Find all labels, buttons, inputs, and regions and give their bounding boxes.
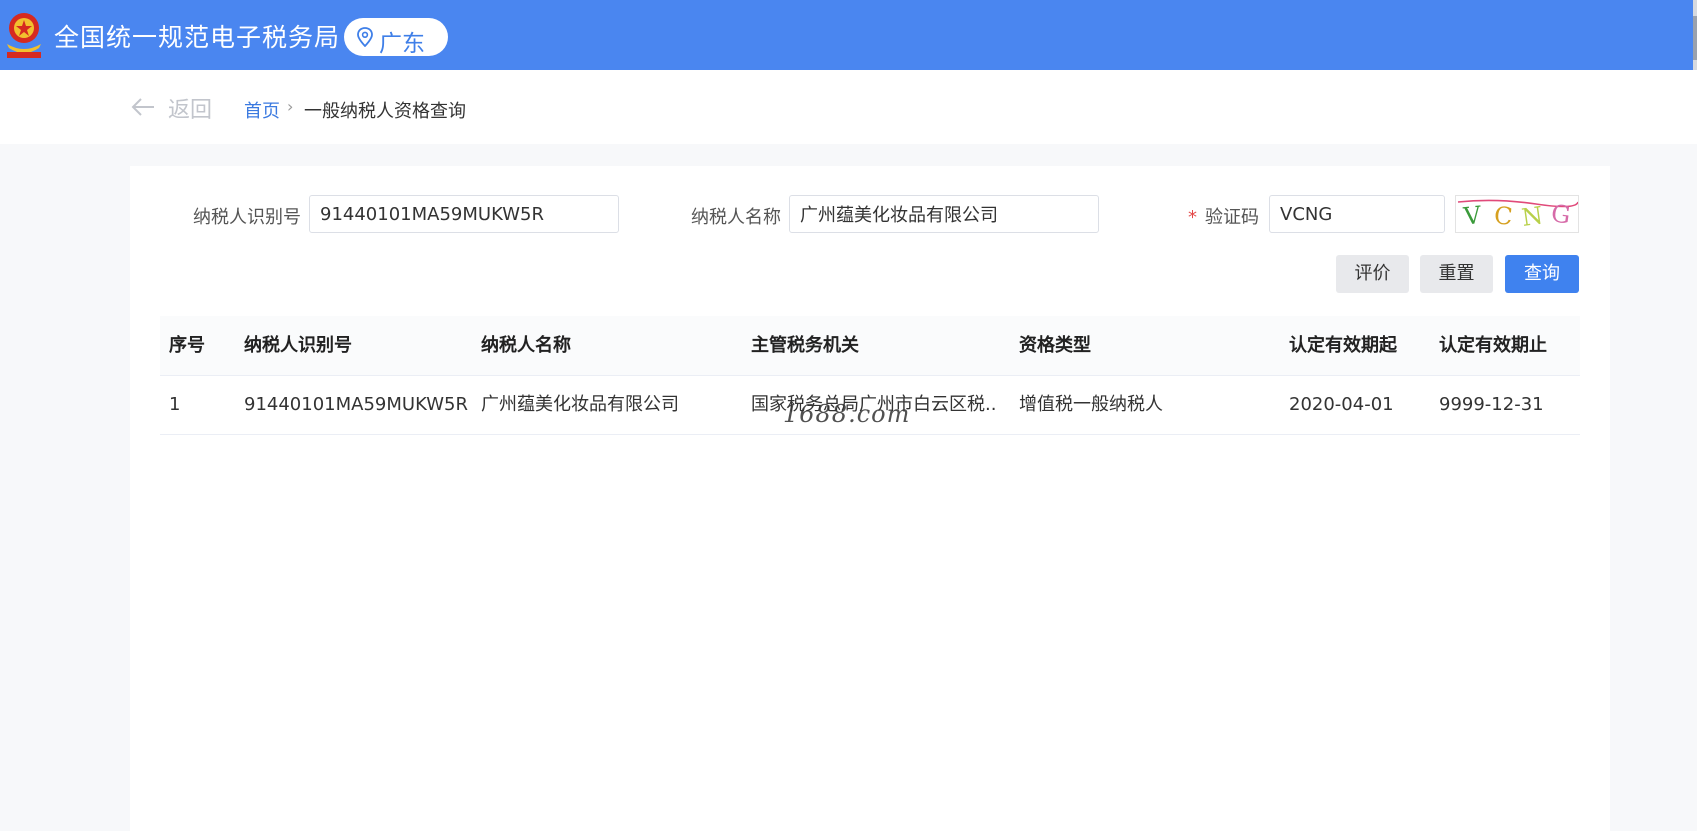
national-emblem-icon <box>7 13 41 58</box>
col-header-taxpayer-name: 纳税人名称 <box>481 335 571 356</box>
taxpayer-id-input[interactable] <box>309 195 619 233</box>
svg-text:V: V <box>1461 201 1483 231</box>
breadcrumb-current: 一般纳税人资格查询 <box>304 101 466 122</box>
taxpayer-name-label: 纳税人名称 <box>691 207 781 228</box>
query-button[interactable]: 查询 <box>1505 255 1579 293</box>
col-header-valid-from: 认定有效期起 <box>1289 335 1397 356</box>
scrollbar-thumb[interactable] <box>1693 16 1697 60</box>
back-label: 返回 <box>168 98 213 123</box>
col-header-tax-authority: 主管税务机关 <box>751 335 859 356</box>
reset-button[interactable]: 重置 <box>1420 255 1493 293</box>
col-header-valid-to: 认定有效期止 <box>1439 335 1547 356</box>
breadcrumb-bar: 返回 首页 › 一般纳税人资格查询 <box>0 70 1697 144</box>
col-header-taxpayer-id: 纳税人识别号 <box>244 335 352 356</box>
top-header: 全国统一规范电子税务局 广东 <box>0 0 1697 70</box>
breadcrumb-home-link[interactable]: 首页 <box>244 97 280 123</box>
evaluate-button[interactable]: 评价 <box>1336 255 1409 293</box>
cell-qualification-type: 增值税一般纳税人 <box>1019 394 1163 415</box>
cell-taxpayer-name: 广州蕴美化妆品有限公司 <box>481 394 679 415</box>
arrow-left-icon <box>131 98 154 116</box>
cell-taxpayer-id: 91440101MA59MUKW5R <box>244 394 468 415</box>
cell-index: 1 <box>169 394 181 415</box>
svg-text:N: N <box>1520 201 1545 232</box>
required-asterisk: * <box>1188 207 1197 228</box>
site-title: 全国统一规范电子税务局 <box>54 23 341 52</box>
captcha-image[interactable]: V C N G <box>1455 195 1579 233</box>
svg-text:G: G <box>1549 199 1572 229</box>
svg-text:C: C <box>1493 201 1514 230</box>
query-card: 纳税人识别号 纳税人名称 * 验证码 V C N G 评价 重置 查询 序号 纳税… <box>130 166 1610 831</box>
captcha-label: * 验证码 <box>1188 203 1259 229</box>
breadcrumb-separator: › <box>287 97 294 116</box>
col-header-index: 序号 <box>169 335 205 356</box>
cell-valid-to: 9999-12-31 <box>1439 394 1544 415</box>
region-selector[interactable]: 广东 <box>344 18 448 57</box>
location-pin-icon <box>357 27 373 47</box>
table-header: 序号 纳税人识别号 纳税人名称 主管税务机关 资格类型 认定有效期起 认定有效期… <box>160 316 1580 376</box>
col-header-qualification-type: 资格类型 <box>1019 335 1091 356</box>
captcha-label-text: 验证码 <box>1205 207 1259 228</box>
taxpayer-name-input[interactable] <box>789 195 1099 233</box>
taxpayer-id-label: 纳税人识别号 <box>193 207 301 228</box>
captcha-input[interactable] <box>1269 195 1445 233</box>
cell-valid-from: 2020-04-01 <box>1289 394 1394 415</box>
watermark: 1688.com <box>783 400 911 428</box>
region-label: 广东 <box>379 31 425 57</box>
captcha-graphic: V C N G <box>1457 199 1579 232</box>
